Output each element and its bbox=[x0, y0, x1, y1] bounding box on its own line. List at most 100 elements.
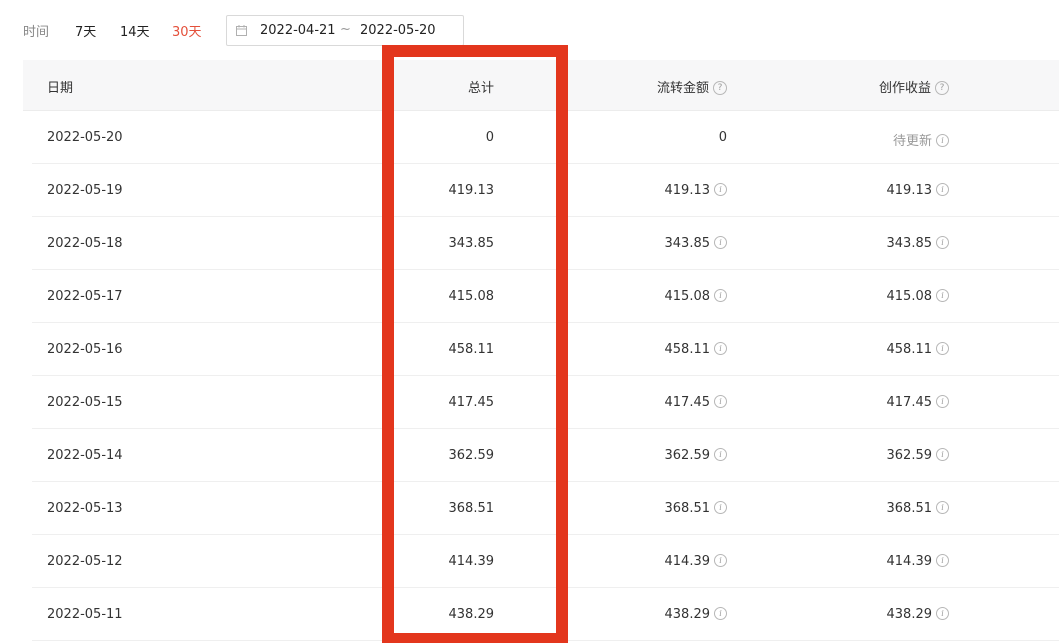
cell-date: 2022-05-20 bbox=[47, 130, 123, 145]
table-row: 2022-05-13 368.51 368.51 i 368.51 i bbox=[32, 482, 1059, 535]
info-circle-icon[interactable]: i bbox=[936, 501, 949, 514]
cell-flow-value: 362.59 bbox=[664, 448, 711, 463]
cell-income-value: 419.13 bbox=[886, 183, 933, 198]
cell-creation-income: 458.11 i bbox=[843, 342, 949, 357]
info-circle-icon[interactable]: i bbox=[936, 607, 949, 620]
cell-flow-value: 368.51 bbox=[664, 501, 711, 516]
cell-date: 2022-05-16 bbox=[47, 342, 123, 357]
cell-creation-income: 368.51 i bbox=[843, 501, 949, 516]
table-body: 2022-05-20 0 0 待更新 i 2022-05-19 419.13 41… bbox=[23, 111, 1059, 641]
cell-flow-value: 419.13 bbox=[664, 183, 711, 198]
range-14-days-button[interactable]: 14天 bbox=[120, 21, 150, 40]
cell-creation-income: 414.39 i bbox=[843, 554, 949, 569]
cell-flow-amount: 417.45 i bbox=[623, 395, 727, 410]
cell-creation-income: 343.85 i bbox=[843, 236, 949, 251]
info-circle-icon[interactable]: i bbox=[714, 342, 727, 355]
help-circle-icon[interactable]: ? bbox=[935, 80, 949, 95]
time-filter-bar: 时间 7天 14天 30天 2022-04-21 ~ 2022-05-20 bbox=[0, 0, 1059, 60]
help-circle-icon[interactable]: ? bbox=[713, 80, 727, 95]
table-row: 2022-05-17 415.08 415.08 i 415.08 i bbox=[32, 270, 1059, 323]
cell-date: 2022-05-19 bbox=[47, 183, 123, 198]
header-date: 日期 bbox=[47, 81, 74, 96]
cell-creation-income: 419.13 i bbox=[843, 183, 949, 198]
date-start-value[interactable]: 2022-04-21 bbox=[260, 23, 336, 38]
cell-income-value: 415.08 bbox=[886, 289, 933, 304]
cell-total: 419.13 bbox=[448, 183, 495, 198]
time-filter-label: 时间 bbox=[23, 25, 50, 40]
cell-income-value: 458.11 bbox=[886, 342, 933, 357]
cell-flow-amount: 362.59 i bbox=[623, 448, 727, 463]
cell-flow-value: 417.45 bbox=[664, 395, 711, 410]
cell-flow-value: 458.11 bbox=[664, 342, 711, 357]
cell-creation-income: 438.29 i bbox=[843, 607, 949, 622]
cell-date: 2022-05-11 bbox=[47, 607, 123, 622]
cell-date: 2022-05-13 bbox=[47, 501, 123, 516]
info-circle-icon[interactable]: i bbox=[714, 501, 727, 514]
revenue-table: 日期 总计 流转金额? 创作收益? 2022-05-20 0 0 待更新 i 20… bbox=[23, 60, 1059, 641]
table-header-row: 日期 总计 流转金额? 创作收益? bbox=[23, 60, 1059, 111]
cell-flow-amount: 415.08 i bbox=[623, 289, 727, 304]
cell-date: 2022-05-18 bbox=[47, 236, 123, 251]
cell-date: 2022-05-17 bbox=[47, 289, 123, 304]
cell-total: 414.39 bbox=[448, 554, 495, 569]
table-row: 2022-05-14 362.59 362.59 i 362.59 i bbox=[32, 429, 1059, 482]
range-7-days-button[interactable]: 7天 bbox=[75, 21, 96, 40]
info-circle-icon[interactable]: i bbox=[936, 448, 949, 461]
cell-creation-income: 362.59 i bbox=[843, 448, 949, 463]
cell-total: 438.29 bbox=[448, 607, 495, 622]
cell-total: 368.51 bbox=[448, 501, 495, 516]
info-circle-icon[interactable]: i bbox=[714, 289, 727, 302]
header-creation-income: 创作收益? bbox=[843, 77, 949, 96]
calendar-icon bbox=[236, 25, 247, 36]
cell-date: 2022-05-15 bbox=[47, 395, 123, 410]
cell-total: 417.45 bbox=[448, 395, 495, 410]
info-circle-icon[interactable]: i bbox=[714, 183, 727, 196]
info-circle-icon[interactable]: i bbox=[936, 395, 949, 408]
table-row: 2022-05-12 414.39 414.39 i 414.39 i bbox=[32, 535, 1059, 588]
range-30-days-button[interactable]: 30天 bbox=[172, 21, 202, 40]
info-circle-icon[interactable]: i bbox=[936, 134, 949, 147]
header-flow-amount: 流转金额? bbox=[623, 77, 727, 96]
info-circle-icon[interactable]: i bbox=[714, 236, 727, 249]
cell-flow-amount: 414.39 i bbox=[623, 554, 727, 569]
cell-date: 2022-05-12 bbox=[47, 554, 123, 569]
cell-creation-income: 415.08 i bbox=[843, 289, 949, 304]
info-circle-icon[interactable]: i bbox=[714, 395, 727, 408]
info-circle-icon[interactable]: i bbox=[936, 342, 949, 355]
cell-income-value: 362.59 bbox=[886, 448, 933, 463]
cell-income-value: 414.39 bbox=[886, 554, 933, 569]
cell-income-value: 待更新 bbox=[892, 134, 932, 149]
table-row: 2022-05-16 458.11 458.11 i 458.11 i bbox=[32, 323, 1059, 376]
header-creation-income-label: 创作收益 bbox=[878, 81, 931, 96]
header-flow-amount-label: 流转金额 bbox=[656, 81, 709, 96]
info-circle-icon[interactable]: i bbox=[714, 448, 727, 461]
cell-income-value: 417.45 bbox=[886, 395, 933, 410]
cell-flow-value: 415.08 bbox=[664, 289, 711, 304]
cell-income-value: 368.51 bbox=[886, 501, 933, 516]
info-circle-icon[interactable]: i bbox=[714, 607, 727, 620]
cell-total: 415.08 bbox=[448, 289, 495, 304]
cell-flow-amount: 0 bbox=[623, 130, 727, 145]
info-circle-icon[interactable]: i bbox=[936, 183, 949, 196]
cell-creation-income: 待更新 i bbox=[843, 130, 949, 149]
cell-flow-value: 438.29 bbox=[664, 607, 711, 622]
cell-flow-amount: 343.85 i bbox=[623, 236, 727, 251]
info-circle-icon[interactable]: i bbox=[714, 554, 727, 567]
cell-flow-amount: 458.11 i bbox=[623, 342, 727, 357]
cell-creation-income: 417.45 i bbox=[843, 395, 949, 410]
date-range-picker[interactable]: 2022-04-21 ~ 2022-05-20 bbox=[226, 15, 464, 46]
table-row: 2022-05-20 0 0 待更新 i bbox=[32, 111, 1059, 164]
date-end-value[interactable]: 2022-05-20 bbox=[360, 23, 436, 38]
table-row: 2022-05-19 419.13 419.13 i 419.13 i bbox=[32, 164, 1059, 217]
info-circle-icon[interactable]: i bbox=[936, 236, 949, 249]
table-row: 2022-05-15 417.45 417.45 i 417.45 i bbox=[32, 376, 1059, 429]
cell-total: 362.59 bbox=[448, 448, 495, 463]
date-separator: ~ bbox=[340, 22, 351, 37]
info-circle-icon[interactable]: i bbox=[936, 554, 949, 567]
cell-flow-amount: 438.29 i bbox=[623, 607, 727, 622]
cell-flow-amount: 368.51 i bbox=[623, 501, 727, 516]
cell-total: 0 bbox=[485, 130, 494, 145]
info-circle-icon[interactable]: i bbox=[936, 289, 949, 302]
table-row: 2022-05-11 438.29 438.29 i 438.29 i bbox=[32, 588, 1059, 641]
cell-flow-value: 343.85 bbox=[664, 236, 711, 251]
